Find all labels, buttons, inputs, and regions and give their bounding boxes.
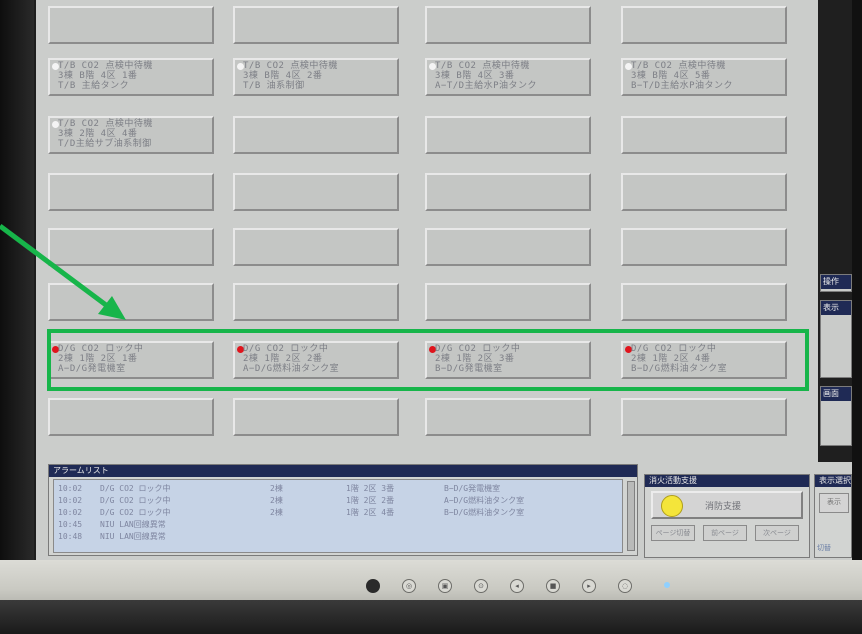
page-switch-button[interactable]: ページ切替 [651,525,695,541]
alarm-loc: 1階 2区 3番 [346,484,395,493]
monitor-base [0,600,862,634]
display-select-button[interactable]: 表示 [819,493,849,513]
alarm-loc: 1階 2区 4番 [346,508,395,517]
monitor-button-menu-icon[interactable]: ▣ [438,579,452,593]
zone-cell[interactable]: T/B CO2 点検中待機 3棟 B階 4区 5番 B−T/D主給水P油タンク [621,58,787,96]
zone-cell[interactable] [48,6,214,44]
side-panel-title-2: 表示 [821,301,851,315]
monitor-button-input-icon[interactable]: ◎ [402,579,416,593]
side-panel-box-2: 表示 [820,300,852,378]
zone-cell[interactable] [48,173,214,211]
monitor-button-right-icon[interactable]: ▸ [582,579,596,593]
side-panel-title-1: 操作 [821,275,851,289]
zone-cell-text: T/B CO2 点検中待機 3棟 B階 4区 1番 T/B 主給タンク [58,61,153,91]
alarm-loc: 1階 2区 2番 [346,496,395,505]
alarm-list-panel: アラームリスト 10:02 D/G CO2 ロック中 2棟 1階 2区 3番 B−D/G… [48,464,638,556]
zone-cell[interactable] [425,173,591,211]
alarm-area: A−D/G燃料油タンク室 [444,496,525,505]
alarm-time: 10:45 [58,520,83,529]
annotation-arrow-icon [0,223,126,320]
status-lamp-icon [661,495,683,517]
zone-cell[interactable] [621,398,787,436]
zone-cell[interactable]: T/B CO2 点検中待機 3棟 B階 4区 2番 T/B 油系制御 [233,58,399,96]
power-button-icon[interactable] [366,579,380,593]
zone-cell-text: T/B CO2 点検中待機 3棟 2階 4区 4番 T/D主給サブ油系制御 [58,119,153,149]
side-panel-header-1: 操作 [820,274,852,292]
monitor-button-auto-icon[interactable]: ◌ [618,579,632,593]
fire-support-panel: 消火活動支援 消防支援 ページ切替 前ページ 次ページ [644,474,810,558]
display-select-title: 表示選択 [815,475,851,487]
alarm-tag: D/G CO2 ロック中 [100,484,171,493]
prev-page-button[interactable]: 前ページ [703,525,747,541]
zone-cell[interactable] [233,228,399,266]
zone-cell[interactable] [621,283,787,321]
zone-cell[interactable] [233,6,399,44]
side-panel-title-3: 画面 [821,387,851,401]
alarm-area: B−D/G発電機室 [444,484,501,493]
alarm-time: 10:48 [58,532,83,541]
alarm-tag: D/G CO2 ロック中 [100,496,171,505]
alarm-tag: D/G CO2 ロック中 [100,508,171,517]
side-panel-box-3: 画面 [820,386,852,446]
zone-cell[interactable]: T/B CO2 点検中待機 3棟 B階 4区 3番 A−T/D主給水P油タンク [425,58,591,96]
alarm-bldg: 2棟 [270,484,283,493]
alarm-time: 10:02 [58,484,83,493]
alarm-tag: NIU LAN回線異常 [100,520,166,529]
fire-support-label: 消防支援 [705,502,742,512]
zone-cell[interactable] [425,398,591,436]
alarm-time: 10:02 [58,508,83,517]
alarm-list-body[interactable]: 10:02 D/G CO2 ロック中 2棟 1階 2区 3番 B−D/G発電機室 10:0… [53,479,623,553]
fire-support-title: 消火活動支援 [645,475,809,487]
zone-cell[interactable]: T/B CO2 点検中待機 3棟 2階 4区 4番 T/D主給サブ油系制御 [48,116,214,154]
zone-cell[interactable] [233,283,399,321]
zone-cell[interactable]: T/B CO2 点検中待機 3棟 B階 4区 1番 T/B 主給タンク [48,58,214,96]
alarm-list-title: アラームリスト [49,465,637,477]
zone-cell[interactable] [621,173,787,211]
alarm-tag: NIU LAN回線異常 [100,532,166,541]
alarm-list-scrollbar[interactable] [627,481,635,551]
zone-cell[interactable] [621,228,787,266]
annotation-highlight-box [47,329,809,391]
monitor-button-left-icon[interactable]: ◂ [510,579,524,593]
zone-cell[interactable] [425,116,591,154]
alarm-bldg: 2棟 [270,496,283,505]
zone-cell[interactable] [233,398,399,436]
zone-cell[interactable] [48,398,214,436]
zone-cell[interactable] [425,283,591,321]
alarm-time: 10:02 [58,496,83,505]
alarm-area: B−D/G燃料油タンク室 [444,508,525,517]
monitor-button-enter-icon[interactable]: ■ [546,579,560,593]
zone-cell[interactable] [425,6,591,44]
monitor-button-select-icon[interactable]: ⊙ [474,579,488,593]
display-select-panel: 表示選択 表示 切替 [814,474,852,558]
monitor-bezel-right [852,0,862,634]
zone-cell[interactable] [233,116,399,154]
zone-cell[interactable] [233,173,399,211]
fire-support-button[interactable]: 消防支援 [651,491,803,519]
zone-cell-text: T/B CO2 点検中待機 3棟 B階 4区 2番 T/B 油系制御 [243,61,338,91]
zone-cell[interactable] [425,228,591,266]
zone-cell[interactable] [621,6,787,44]
next-page-button[interactable]: 次ページ [755,525,799,541]
zone-cell-text: T/B CO2 点検中待機 3棟 B階 4区 5番 B−T/D主給水P油タンク [631,61,734,91]
zone-cell-text: T/B CO2 点検中待機 3棟 B階 4区 3番 A−T/D主給水P油タンク [435,61,538,91]
display-select-footer: 切替 [817,544,831,552]
alarm-bldg: 2棟 [270,508,283,517]
zone-cell[interactable] [621,116,787,154]
power-led-icon [664,582,670,588]
